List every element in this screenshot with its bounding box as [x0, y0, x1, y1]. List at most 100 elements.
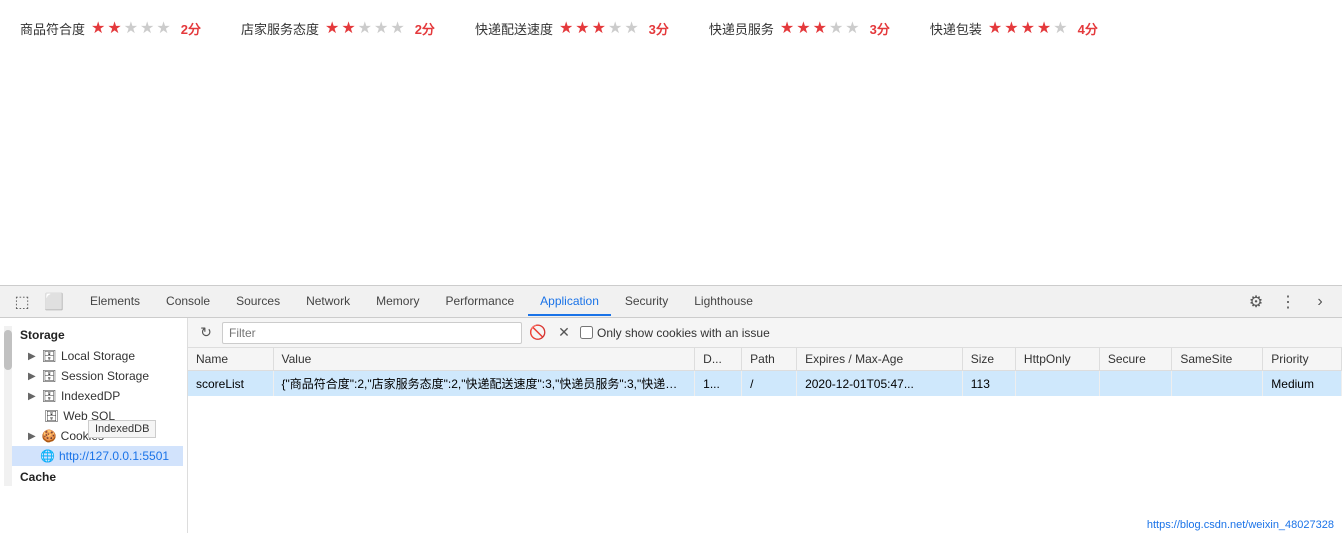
tab-network[interactable]: Network — [294, 288, 362, 316]
close-devtools-button[interactable]: › — [1306, 288, 1334, 316]
stars: ★ ★ ★ ★ ★ — [91, 18, 171, 38]
expand-arrow-icon: ▶ — [28, 371, 36, 382]
tab-performance[interactable]: Performance — [433, 288, 526, 316]
only-show-cookies-checkbox-label[interactable]: Only show cookies with an issue — [580, 326, 770, 340]
star-5: ★ — [390, 18, 404, 38]
star-3: ★ — [1021, 18, 1035, 38]
star-1: ★ — [91, 18, 105, 38]
local-storage-label: Local Storage — [61, 349, 135, 363]
devtools-body: Storage ▶ 🗄 Local Storage ▶ 🗄 Session St… — [0, 318, 1342, 533]
rating-delivery-speed: 快递配送速度 ★ ★ ★ ★ ★ 3分 — [475, 18, 669, 38]
devtools-sidebar: Storage ▶ 🗄 Local Storage ▶ 🗄 Session St… — [0, 318, 188, 533]
col-httponly: HttpOnly — [1015, 348, 1099, 371]
refresh-button[interactable]: ↻ — [196, 323, 216, 343]
settings-button[interactable]: ⚙ — [1242, 288, 1270, 316]
cookies-url-label: http://127.0.0.1:5501 — [59, 449, 169, 463]
cookies-table-scroll[interactable]: Name Value D... Path Expires / Max-Age S… — [188, 348, 1342, 533]
rating-label: 商品符合度 — [20, 19, 85, 38]
star-2: ★ — [341, 18, 355, 38]
only-show-cookies-label: Only show cookies with an issue — [597, 326, 770, 340]
tab-lighthouse[interactable]: Lighthouse — [682, 288, 765, 316]
cell-path: / — [742, 371, 797, 397]
star-5: ★ — [156, 18, 170, 38]
rating-label: 快递配送速度 — [475, 19, 553, 38]
star-5: ★ — [845, 18, 859, 38]
col-value: Value — [273, 348, 695, 371]
cookies-table: Name Value D... Path Expires / Max-Age S… — [188, 348, 1342, 396]
sidebar-item-local-storage[interactable]: ▶ 🗄 Local Storage — [12, 346, 183, 366]
close-filter-button[interactable]: ✕ — [554, 323, 574, 343]
table-header-row: Name Value D... Path Expires / Max-Age S… — [188, 348, 1342, 371]
rating-score: 4分 — [1078, 19, 1098, 38]
stars: ★ ★ ★ ★ ★ — [325, 18, 405, 38]
clear-filter-icon[interactable]: 🚫 — [528, 323, 548, 343]
star-2: ★ — [107, 18, 121, 38]
col-samesite: SameSite — [1172, 348, 1263, 371]
star-5: ★ — [624, 18, 638, 38]
star-2: ★ — [575, 18, 589, 38]
main-content: 商品符合度 ★ ★ ★ ★ ★ 2分 店家服务态度 ★ ★ ★ ★ ★ 2分 快… — [0, 0, 1342, 285]
database-icon: 🗄 — [44, 409, 59, 423]
rating-service-attitude: 店家服务态度 ★ ★ ★ ★ ★ 2分 — [241, 18, 435, 38]
devtools-right-icons: ⚙ ⋮ › — [1242, 288, 1334, 316]
device-toggle-button[interactable]: ⬜ — [40, 288, 68, 316]
star-1: ★ — [988, 18, 1002, 38]
star-4: ★ — [140, 18, 154, 38]
more-options-button[interactable]: ⋮ — [1274, 288, 1302, 316]
tab-application[interactable]: Application — [528, 288, 611, 316]
star-4: ★ — [829, 18, 843, 38]
panel-toolbar: ↻ 🚫 ✕ Only show cookies with an issue — [188, 318, 1342, 348]
rating-product-match: 商品符合度 ★ ★ ★ ★ ★ 2分 — [20, 18, 201, 38]
indexeddb-label: IndexedDP — [61, 389, 120, 403]
col-domain: D... — [695, 348, 742, 371]
cell-priority: Medium — [1263, 371, 1342, 397]
rating-label: 快递包装 — [930, 19, 982, 38]
devtools-main-panel: ↻ 🚫 ✕ Only show cookies with an issue Na… — [188, 318, 1342, 533]
cookie-icon: 🍪 — [42, 429, 57, 443]
star-1: ★ — [325, 18, 339, 38]
rating-label: 店家服务态度 — [241, 19, 319, 38]
rating-label: 快递员服务 — [709, 19, 774, 38]
expand-arrow-icon: ▶ — [28, 391, 36, 402]
sidebar-item-cookies-url[interactable]: 🌐 http://127.0.0.1:5501 — [12, 446, 183, 466]
session-storage-label: Session Storage — [61, 369, 149, 383]
tab-memory[interactable]: Memory — [364, 288, 431, 316]
table-row[interactable]: scoreList {"商品符合度":2,"店家服务态度":2,"快递配送速度"… — [188, 371, 1342, 397]
col-expires: Expires / Max-Age — [797, 348, 963, 371]
cell-size: 113 — [962, 371, 1015, 397]
star-4: ★ — [374, 18, 388, 38]
rating-score: 3分 — [649, 19, 669, 38]
filter-input[interactable] — [222, 322, 522, 344]
star-4: ★ — [608, 18, 622, 38]
status-url: https://blog.csdn.net/weixin_48027328 — [1139, 517, 1342, 533]
stars: ★ ★ ★ ★ ★ — [988, 18, 1068, 38]
star-3: ★ — [124, 18, 138, 38]
cell-domain: 1... — [695, 371, 742, 397]
tab-security[interactable]: Security — [613, 288, 680, 316]
star-3: ★ — [813, 18, 827, 38]
devtools-tabs-bar: ⬚ ⬜ Elements Console Sources Network Mem… — [0, 286, 1342, 318]
cache-section-label: Cache — [12, 466, 183, 488]
rating-score: 2分 — [181, 19, 201, 38]
cell-expires: 2020-12-01T05:47... — [797, 371, 963, 397]
rating-score: 2分 — [415, 19, 435, 38]
sidebar-item-session-storage[interactable]: ▶ 🗄 Session Storage — [12, 366, 183, 386]
expand-arrow-icon: ▶ — [28, 351, 36, 362]
stars: ★ ★ ★ ★ ★ — [559, 18, 639, 38]
col-name: Name — [188, 348, 273, 371]
rating-courier-service: 快递员服务 ★ ★ ★ ★ ★ 3分 — [709, 18, 890, 38]
col-path: Path — [742, 348, 797, 371]
tab-sources[interactable]: Sources — [224, 288, 292, 316]
star-1: ★ — [559, 18, 573, 38]
cell-secure — [1099, 371, 1172, 397]
cell-value: {"商品符合度":2,"店家服务态度":2,"快递配送速度":3,"快递员服务"… — [273, 371, 695, 397]
globe-icon: 🌐 — [40, 449, 55, 463]
rating-score: 3分 — [870, 19, 890, 38]
tab-elements[interactable]: Elements — [78, 288, 152, 316]
devtools-panel: ⬚ ⬜ Elements Console Sources Network Mem… — [0, 285, 1342, 533]
sidebar-item-indexeddb[interactable]: ▶ 🗄 IndexedDP — [12, 386, 183, 406]
col-priority: Priority — [1263, 348, 1342, 371]
inspect-element-button[interactable]: ⬚ — [8, 288, 36, 316]
only-show-cookies-checkbox[interactable] — [580, 326, 593, 339]
tab-console[interactable]: Console — [154, 288, 222, 316]
